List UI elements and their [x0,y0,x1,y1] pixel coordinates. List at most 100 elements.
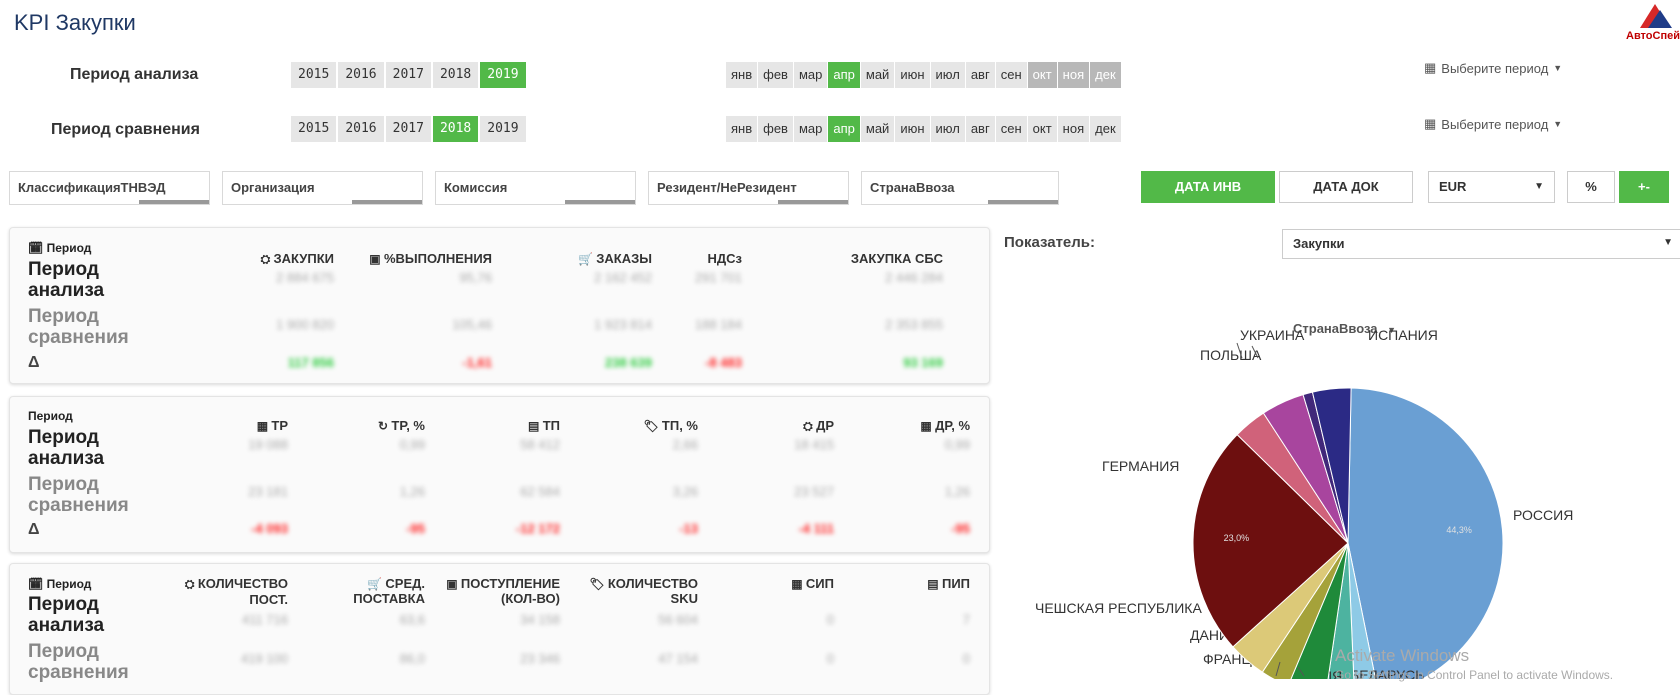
logo-text: АвтоСпей [1626,30,1680,42]
card1-compare-value-0: 1 900 820 [276,317,334,332]
period-dropdown-label: Выберите период [1441,116,1549,132]
analysis-month-8[interactable]: сен [995,62,1027,88]
card1-header-2: 🛒 ЗАКАЗЫ [578,251,652,266]
card2-compare-value-2: 62 584 [520,484,560,499]
card3-analysis-value-0: 411 716 [241,612,288,627]
analysis-period-label: Период анализа [70,66,199,83]
analysis-year-2019[interactable]: 2019 [480,62,526,88]
currency-select[interactable]: EUR ▼ [1428,171,1555,203]
compare-row-label: Период сравнения [28,306,129,348]
compare-month-3[interactable]: апр [828,116,860,142]
card2-analysis-value-3: 2,66 [672,437,698,452]
analysis-month-2[interactable]: мар [793,62,828,88]
card1-delta-value-4: 93 169 [903,355,943,370]
card1-compare-value-1: 105,46 [452,317,492,332]
calendar-icon: ▦ [1424,116,1437,131]
analysis-month-9[interactable]: окт [1027,62,1057,88]
card1-header-0: ⛭ ЗАКУПКИ [261,251,334,267]
analysis-month-3[interactable]: апр [828,62,860,88]
compare-month-4[interactable]: май [860,116,895,142]
analysis-month-5[interactable]: июн [895,62,930,88]
card1-analysis-value-4: 2 446 284 [885,270,943,285]
filter-import-country[interactable]: СтранаВвоза [861,171,1059,205]
analysis-month-10[interactable]: ноя [1057,62,1090,88]
compare-month-9[interactable]: окт [1027,116,1057,142]
compare-month-11[interactable]: дек [1090,116,1121,142]
card3-header-label-3: КОЛИЧЕСТВО SKU [607,576,698,606]
activate-windows-title: Activate Windows [1335,646,1470,665]
analysis-month-0[interactable]: янв [726,62,758,88]
card2-header-label-2: ТП [542,418,560,433]
pie-chart: РОССИЯ44,3%БЕЛАРУСЬИТАЛИЯФРАНЦИЯДАНИЯЧЕШ… [1035,327,1573,679]
card3-header-icon-4: ▦ [791,577,806,591]
analysis-year-2018[interactable]: 2018 [432,62,479,88]
compare-year-2017[interactable]: 2017 [385,116,431,142]
compare-month-2[interactable]: мар [793,116,828,142]
compare-month-5[interactable]: июн [895,116,930,142]
compare-month-7[interactable]: авг [965,116,995,142]
compare-month-6[interactable]: июл [930,116,965,142]
analysis-row-label: Период анализа [28,427,105,469]
card3-analysis-value-5: 7 [962,612,970,627]
card2-compare-value-3: 3,26 [672,484,698,499]
analysis-year-2017[interactable]: 2017 [385,62,431,88]
card2-header-label-3: ТП, % [661,418,698,433]
analysis-month-11[interactable]: дек [1090,62,1121,88]
card2-header-icon-1: ↻ [378,419,392,433]
card1-header-icon-1: ▣ [369,252,384,266]
kpi-card-purchases [9,227,990,384]
card1-delta-value-1: -1,61 [462,355,492,370]
card2-compare-value-0: 23 181 [248,484,288,499]
percent-button[interactable]: % [1567,171,1615,203]
card3-header-icon-0: ⛭ [184,577,198,591]
compare-month-0[interactable]: янв [726,116,758,142]
compare-row-label: Период сравнения [28,474,129,516]
compare-year-2018[interactable]: 2018 [432,116,479,142]
compare-month-1[interactable]: фев [758,116,793,142]
analysis-year-2016[interactable]: 2016 [338,62,384,88]
indicator-value: Закупки [1293,236,1345,251]
card2-delta-value-1: -95 [406,521,425,536]
analysis-month-6[interactable]: июл [930,62,965,88]
compare-year-2015[interactable]: 2015 [291,116,337,142]
pie-label-5: ЧЕШСКАЯ РЕСПУБЛИКА [1035,600,1202,616]
filter-organization[interactable]: Организация [222,171,423,205]
card2-compare-value-5: 1,26 [944,484,970,499]
period-small-label: 🗓 Период [28,241,92,255]
analysis-month-7[interactable]: авг [965,62,995,88]
card3-header-1: 🛒 СРЕД. ПОСТАВКА [295,576,425,606]
card2-header-icon-5: ▦ [920,419,936,433]
compare-period-dropdown[interactable]: ▦ Выберите период ▼ [1424,116,1562,132]
analysis-month-bar: янв фев мар апр май июн июл авг сен окт ноя дек [726,62,1121,88]
filter-classification[interactable]: КлассификацияТНВЭД [9,171,210,205]
caret-down-icon: ▼ [1534,181,1544,192]
analysis-year-bar: 2015 2016 2017 2018 2019 [291,62,526,88]
card3-compare-value-2: 23 346 [520,651,560,666]
compare-month-10[interactable]: ноя [1057,116,1090,142]
analysis-period-dropdown[interactable]: ▦ Выберите период ▼ [1424,60,1562,76]
plusminus-button[interactable]: +- [1619,171,1669,203]
card2-header-1: ↻ ТР, % [378,418,425,433]
card1-analysis-value-3: 291 701 [695,270,742,285]
analysis-year-2015[interactable]: 2015 [291,62,337,88]
analysis-month-1[interactable]: фев [758,62,793,88]
indicator-select[interactable]: Закупки ▼ [1282,229,1680,259]
caret-down-icon: ▼ [1663,237,1673,248]
compare-year-bar: 2015 2016 2017 2018 2019 [291,116,526,142]
card3-compare-value-1: 86,0 [399,651,425,666]
card3-header-icon-1: 🛒 [367,577,386,591]
data-inv-button[interactable]: ДАТА ИНВ [1141,171,1275,203]
compare-month-8[interactable]: сен [995,116,1027,142]
filter-commission[interactable]: Комиссия [435,171,636,205]
card1-header-label-0: ЗАКУПКИ [273,251,335,266]
card2-analysis-value-5: 0,99 [944,437,970,452]
card1-header-label-4: ЗАКУПКА СБС [850,251,943,266]
data-doc-button[interactable]: ДАТА ДОК [1279,171,1413,203]
pie-slice-0[interactable] [1347,387,1504,679]
compare-year-2019[interactable]: 2019 [480,116,526,142]
filter-resident[interactable]: Резидент/НеРезидент [648,171,849,205]
compare-year-2016[interactable]: 2016 [338,116,384,142]
analysis-month-4[interactable]: май [860,62,895,88]
currency-value: EUR [1439,179,1467,194]
card3-header-icon-5: ▤ [927,577,942,591]
